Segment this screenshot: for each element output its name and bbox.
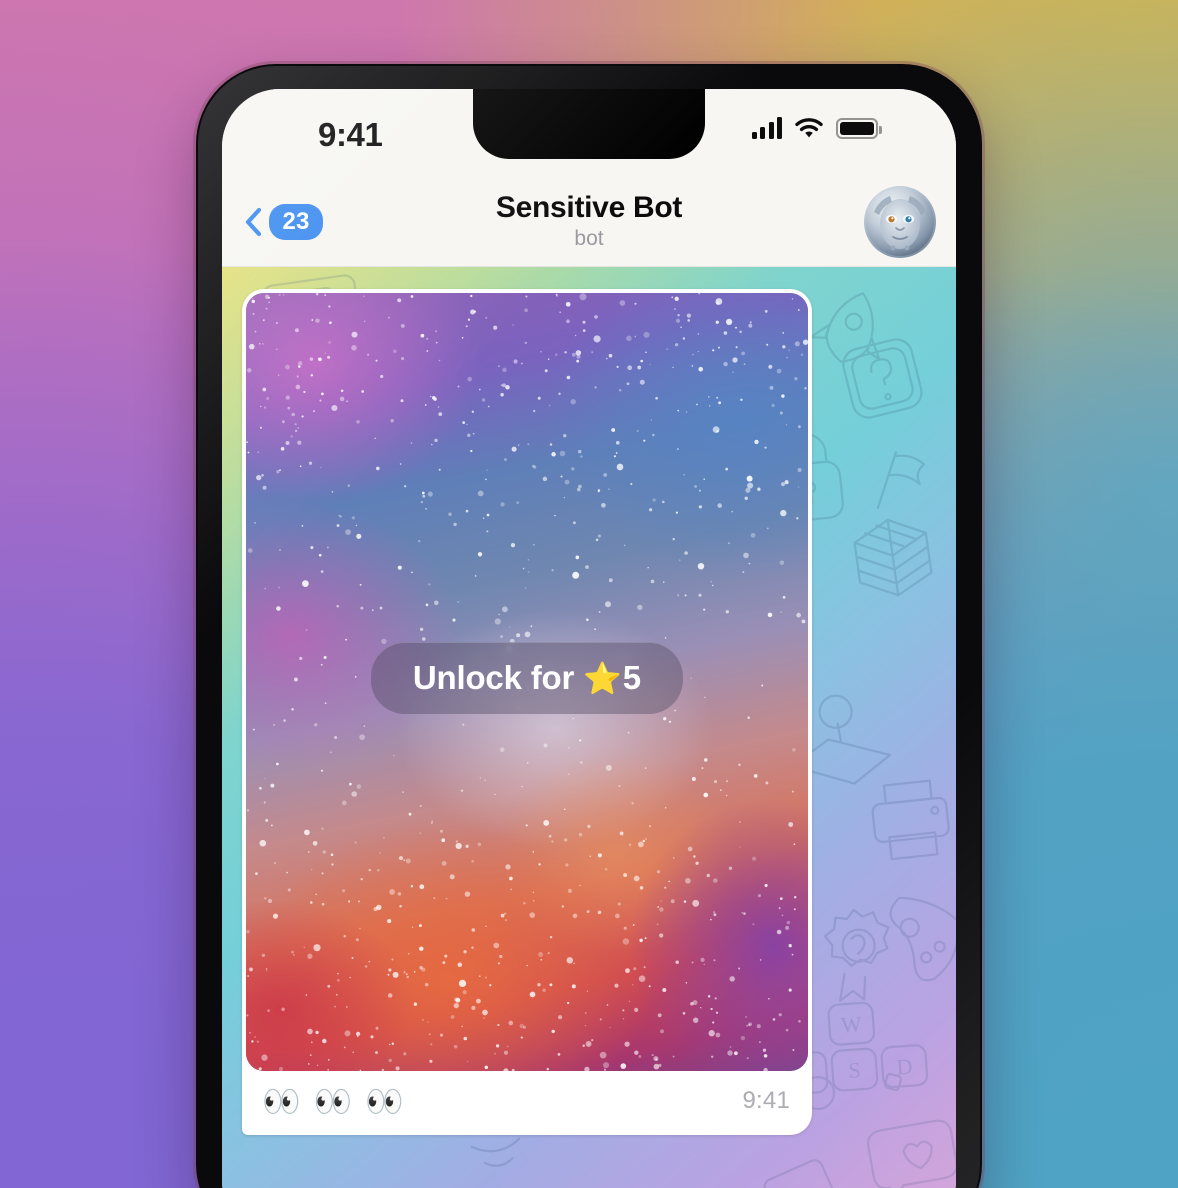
back-button[interactable]: 23	[244, 203, 323, 240]
chat-subtitle: bot	[574, 226, 604, 250]
message-footer: 👀 👀 👀 9:41	[242, 1071, 812, 1135]
svg-text:W: W	[840, 1011, 863, 1037]
cellular-signal-icon	[751, 117, 782, 139]
star-emoji-icon: ⭐	[583, 660, 622, 696]
status-bar-clock: 9:41	[318, 116, 383, 153]
chat-header-titles[interactable]: Sensitive Bot bot	[496, 191, 682, 250]
phone-device-frame: 9:41 23 Sensitive Bot bot W S D Unlock f…	[196, 64, 982, 1188]
message-reactions[interactable]: 👀 👀 👀	[262, 1086, 404, 1117]
eyes-emoji[interactable]: 👀	[314, 1086, 353, 1117]
eyes-emoji[interactable]: 👀	[262, 1086, 301, 1117]
unlock-media-button[interactable]: Unlock for ⭐ 5	[370, 642, 684, 715]
chat-title: Sensitive Bot	[495, 191, 683, 224]
battery-full-icon	[836, 117, 882, 139]
status-bar-indicators	[751, 117, 882, 139]
svg-text:S: S	[848, 1057, 862, 1083]
locked-media-preview[interactable]: Unlock for ⭐ 5	[246, 293, 808, 1071]
unlock-button-label: Unlock for	[412, 659, 575, 697]
chat-message-area[interactable]: WASD	[222, 267, 956, 1188]
status-bar: 9:41	[222, 89, 956, 177]
chevron-left-icon	[244, 207, 262, 237]
dynamic-island	[473, 89, 705, 159]
chat-message-bubble[interactable]: Unlock for ⭐ 5 👀 👀 👀 9:41	[242, 289, 812, 1135]
robot-avatar[interactable]	[864, 185, 936, 258]
chat-nav-bar: 23 Sensitive Bot bot	[222, 177, 956, 267]
message-timestamp: 9:41	[742, 1087, 790, 1114]
unread-count-badge[interactable]: 23	[269, 203, 323, 240]
eyes-emoji[interactable]: 👀	[365, 1086, 404, 1117]
unlock-button-cost: 5	[622, 659, 642, 697]
phone-screen: 9:41 23 Sensitive Bot bot W S D Unlock f…	[222, 89, 956, 1188]
wifi-icon	[795, 117, 823, 139]
